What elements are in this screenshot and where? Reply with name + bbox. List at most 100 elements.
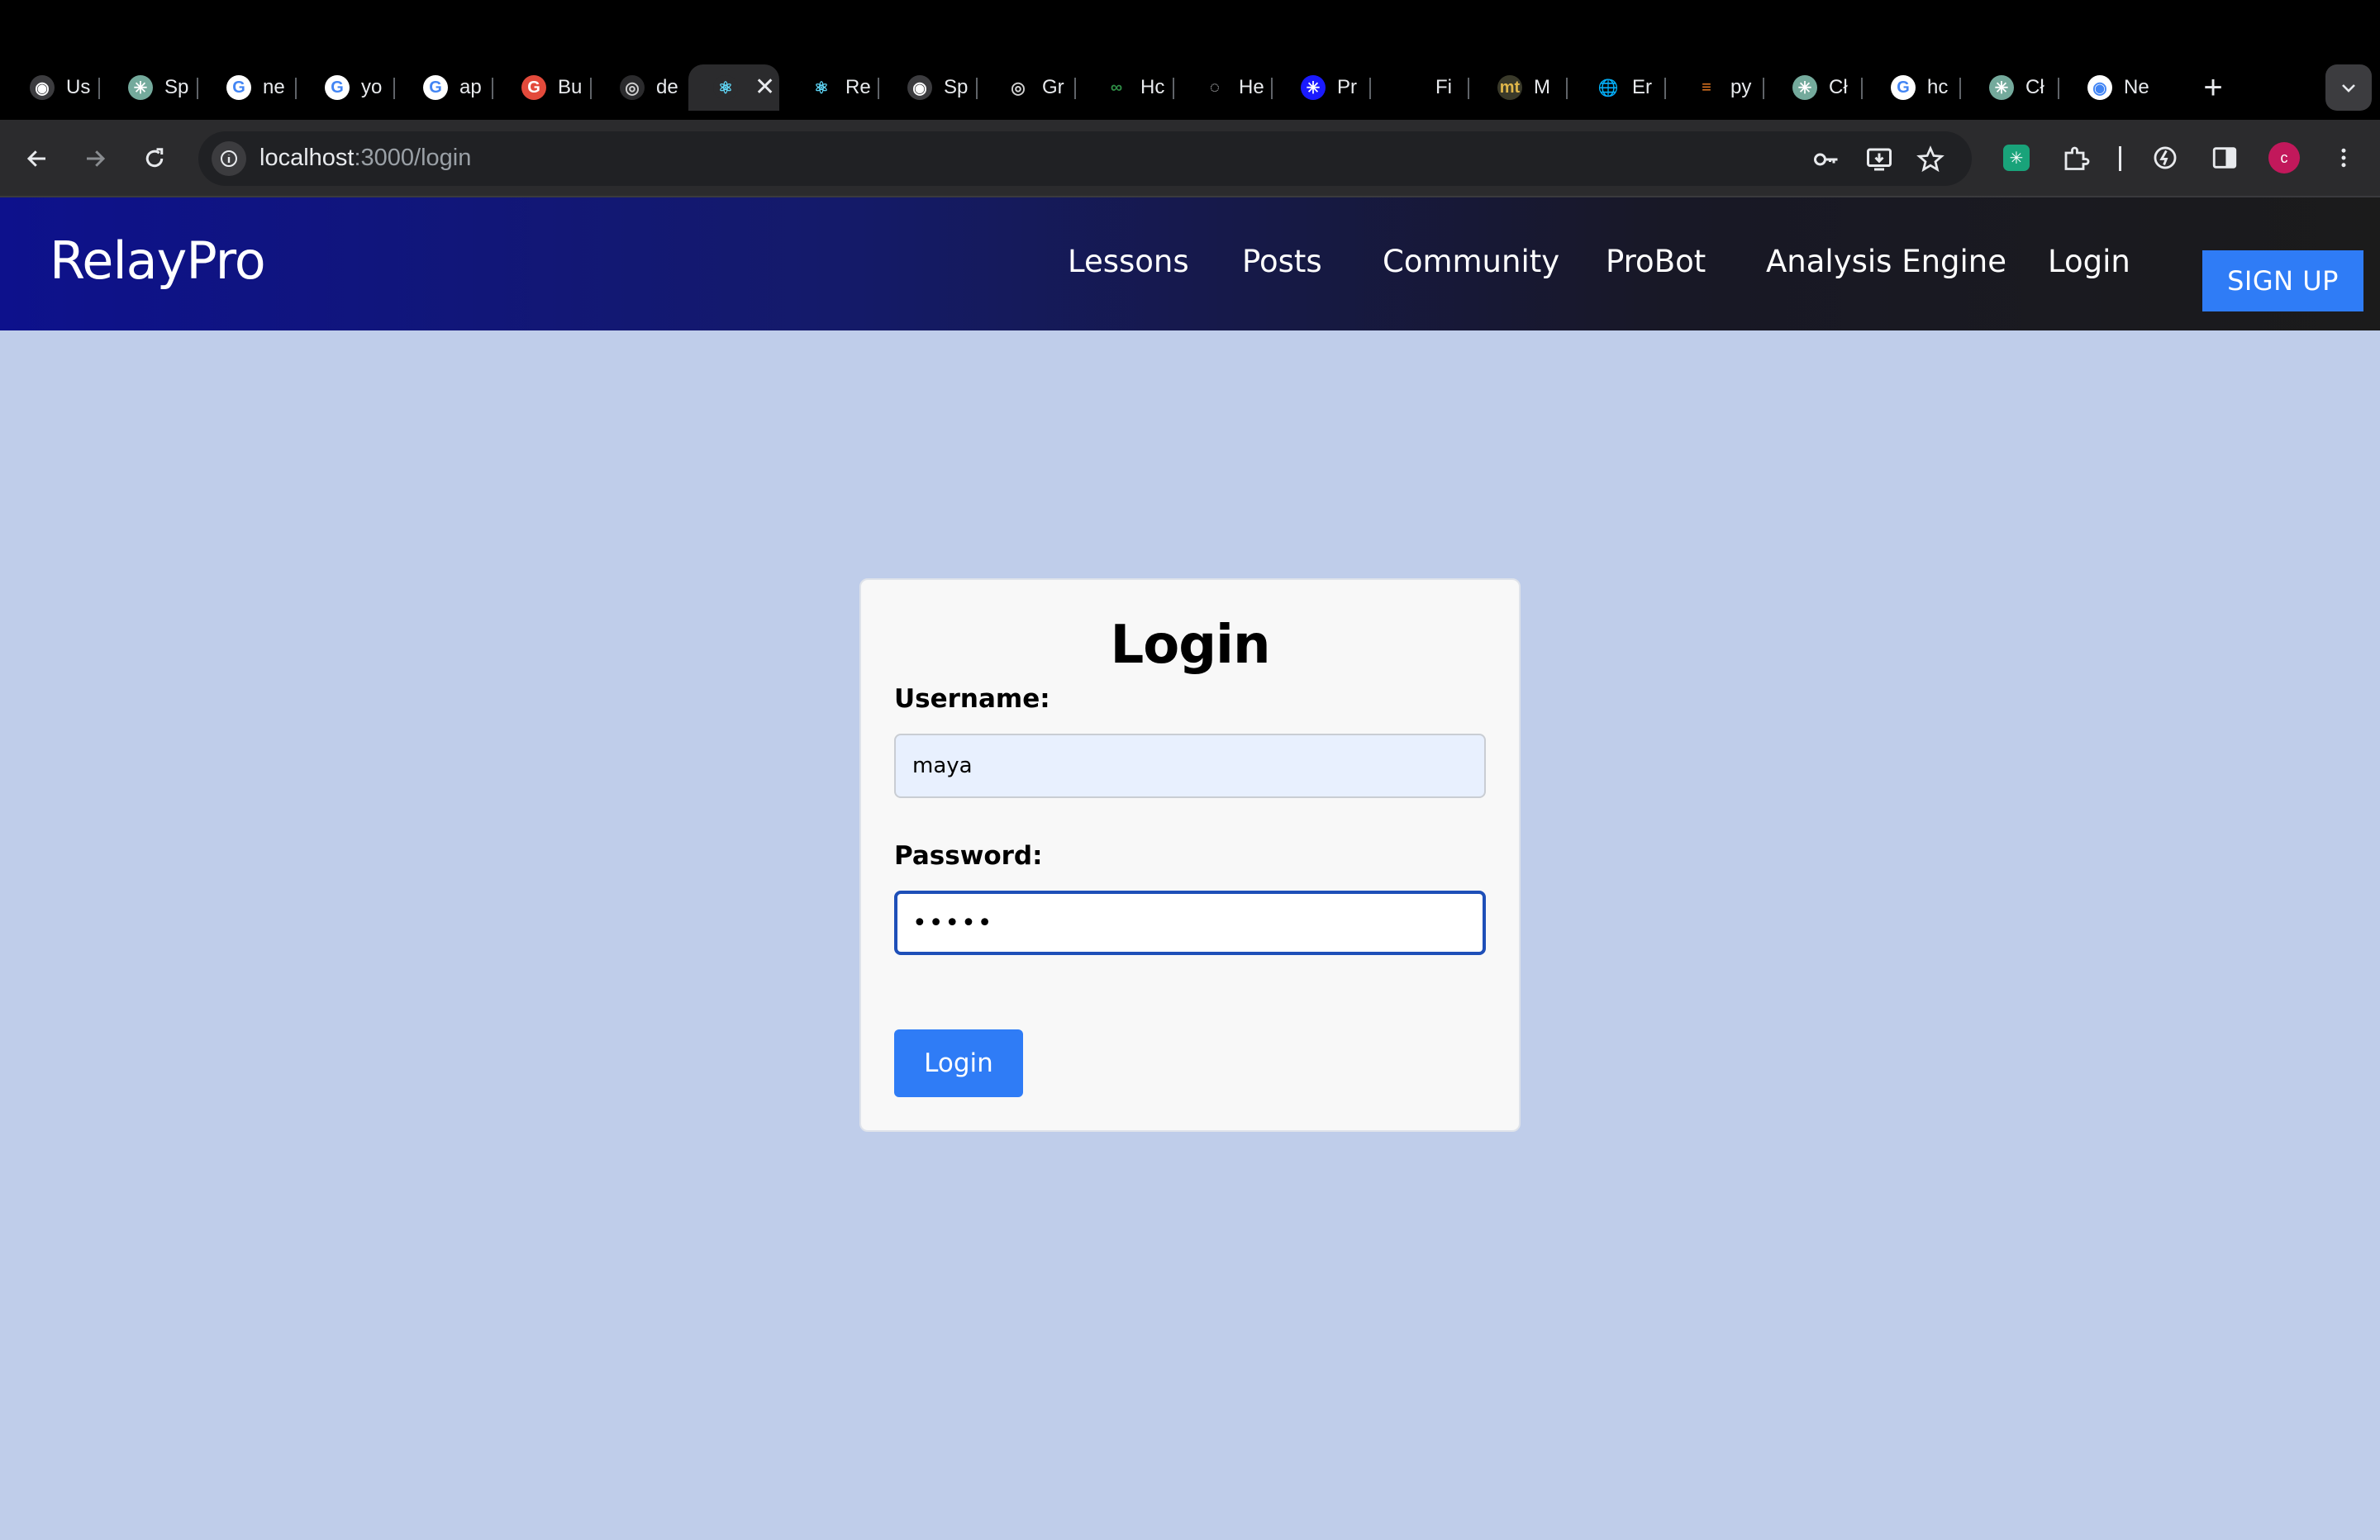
- browser-tab[interactable]: ≡ py: [1664, 64, 1763, 111]
- google-icon: G: [1891, 75, 1916, 100]
- tab-search-button[interactable]: [2325, 64, 2372, 111]
- more-menu-icon[interactable]: [2325, 140, 2362, 176]
- github-icon: ◉: [907, 75, 932, 100]
- settings-cog-icon: ◎: [620, 75, 645, 100]
- arrow-right-icon: [87, 150, 106, 167]
- reload-icon: [145, 148, 164, 168]
- tab-title: Gr: [1042, 76, 1064, 98]
- tab-title: Bu: [558, 76, 583, 98]
- site-info-icon[interactable]: [212, 141, 246, 176]
- browser-tab[interactable]: ✳ Sp: [98, 64, 197, 111]
- browser-tab[interactable]: ◉ Ne: [2058, 64, 2156, 111]
- nav-lessons[interactable]: Lessons: [1068, 244, 1189, 279]
- tab-title: yo: [361, 76, 383, 98]
- tab-title: Pr: [1337, 76, 1357, 98]
- browser-tab[interactable]: ◌ He: [1173, 64, 1271, 111]
- tab-title: Cł: [1829, 76, 1848, 98]
- tab-title: He: [1239, 76, 1264, 98]
- tab-title: M: [1534, 76, 1550, 98]
- browser-tab[interactable]: ✳ Cł: [1763, 64, 1861, 111]
- username-label: Username:: [894, 684, 1050, 714]
- forward-button[interactable]: [74, 138, 116, 179]
- browser-tab[interactable]: ◉ Sp: [878, 64, 976, 111]
- google-icon: G: [226, 75, 251, 100]
- address-bar[interactable]: localhost:3000/login: [198, 131, 1972, 186]
- browser-tab[interactable]: ◉ Us: [0, 64, 98, 111]
- nav-community[interactable]: Community: [1383, 244, 1559, 279]
- password-label: Password:: [894, 841, 1043, 871]
- browser-tab[interactable]: ⚛ Re: [779, 64, 878, 111]
- chrome-icon: ◉: [2087, 75, 2112, 100]
- stackoverflow-icon: ≡: [1694, 75, 1719, 100]
- browser-tab[interactable]: 🌐 Er: [1566, 64, 1664, 111]
- tab-title: Sp: [164, 76, 189, 98]
- browser-tab-active[interactable]: ⚛ ✕: [688, 64, 779, 111]
- browser-tab[interactable]: ◎ Gr: [976, 64, 1074, 111]
- browser-tab[interactable]: mt M: [1468, 64, 1566, 111]
- browser-tab[interactable]: Gyo: [295, 64, 393, 111]
- browser-tab[interactable]: G Bu: [492, 64, 590, 111]
- react-icon: ⚛: [713, 75, 738, 100]
- profile-avatar[interactable]: c: [2266, 140, 2302, 176]
- chevron-down-icon: [2342, 84, 2355, 93]
- globe-icon: 🌐: [1596, 75, 1621, 100]
- close-tab-icon[interactable]: ✕: [754, 75, 775, 100]
- tab-title: Sp: [944, 76, 969, 98]
- google-icon: G: [423, 75, 448, 100]
- tab-title: Re: [845, 76, 871, 98]
- tab-title: hc: [1927, 76, 1949, 98]
- brand-logo[interactable]: RelayPro: [50, 231, 266, 291]
- browser-tab[interactable]: ✳ Cł: [1959, 64, 2058, 111]
- toolbar-divider: [2119, 146, 2121, 171]
- loading-spinner-icon: ◌: [1202, 75, 1227, 100]
- chatgpt-icon: ✳: [128, 75, 153, 100]
- github-icon: ◉: [30, 75, 55, 100]
- side-panel-icon[interactable]: [2206, 140, 2243, 176]
- tab-title: Ne: [2124, 76, 2149, 98]
- arrow-left-icon: [26, 150, 45, 167]
- nav-login[interactable]: Login: [2048, 244, 2130, 279]
- reload-button[interactable]: [134, 138, 175, 179]
- tab-title: Hc: [1140, 76, 1165, 98]
- grammarly-icon: G: [521, 75, 546, 100]
- browser-tab[interactable]: ✳ Pr: [1271, 64, 1369, 111]
- tab-title: de: [656, 76, 678, 98]
- username-input[interactable]: [894, 734, 1486, 798]
- password-key-icon[interactable]: [1810, 143, 1843, 176]
- password-input[interactable]: [894, 891, 1486, 955]
- chatgpt-extension-icon[interactable]: ✳: [1998, 140, 2035, 176]
- tab-title: Cł: [2025, 76, 2044, 98]
- new-tab-button[interactable]: +: [2195, 69, 2231, 106]
- browser-tab[interactable]: Gne: [197, 64, 295, 111]
- nav-probot[interactable]: ProBot: [1606, 244, 1706, 279]
- sign-up-button[interactable]: SIGN UP: [2202, 250, 2363, 311]
- login-submit-button[interactable]: Login: [894, 1029, 1023, 1097]
- browser-tab[interactable]: ◎ de: [590, 64, 688, 111]
- nav-analysis-engine[interactable]: Analysis Engine: [1766, 244, 2006, 279]
- tab-title: Fi: [1435, 76, 1452, 98]
- browser-tab-strip: ◉ Us ✳ Sp Gne Gyo Gap G Bu ◎ de ⚛ ✕ ⚛ Re ◉ Sp ◎ Gr ∞ Hc ◌ He ✳ P…: [0, 0, 2380, 120]
- login-card: Login Username: Password: Login: [859, 578, 1521, 1132]
- browser-tab[interactable]: Ghc: [1861, 64, 1959, 111]
- browser-toolbar: localhost:3000/login ✳ c: [0, 120, 2380, 197]
- login-title: Login: [1110, 615, 1270, 676]
- install-app-icon[interactable]: [1863, 143, 1896, 176]
- tab-list: ◉ Us ✳ Sp Gne Gyo Gap G Bu ◎ de ⚛ ✕ ⚛ Re ◉ Sp ◎ Gr ∞ Hc ◌ He ✳ P…: [0, 64, 2281, 111]
- back-button[interactable]: [17, 138, 58, 179]
- chatgpt-icon: ✳: [1989, 75, 2014, 100]
- browser-tab[interactable]: ∞ Hc: [1074, 64, 1173, 111]
- tab-title: ap: [459, 76, 482, 98]
- google-icon: G: [325, 75, 350, 100]
- browser-tab[interactable]: Gap: [393, 64, 492, 111]
- browser-tab[interactable]: Fi: [1369, 64, 1468, 111]
- tab-title: Us: [66, 76, 91, 98]
- bookmark-star-icon[interactable]: [1914, 143, 1947, 176]
- react-icon: ⚛: [809, 75, 834, 100]
- performance-icon[interactable]: [2147, 140, 2183, 176]
- url-text[interactable]: localhost:3000/login: [259, 145, 471, 172]
- tab-title: ne: [263, 76, 285, 98]
- extensions-puzzle-icon[interactable]: [2058, 140, 2094, 176]
- geeksforgeeks-icon: ∞: [1104, 75, 1129, 100]
- blank-icon: [1399, 75, 1424, 100]
- nav-posts[interactable]: Posts: [1242, 244, 1322, 279]
